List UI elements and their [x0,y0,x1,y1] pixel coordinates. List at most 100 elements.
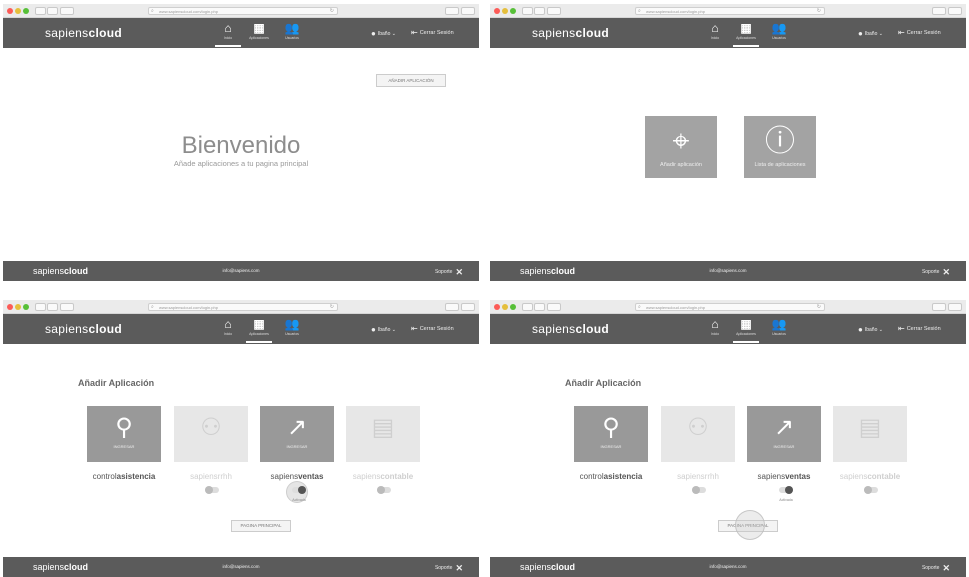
nav-usuarios[interactable]: 👥 Usuarios [279,21,305,47]
app-name-sapiensrrhh: sapiensrrhh [190,472,232,481]
minimize-window-icon[interactable] [15,8,21,14]
share-button[interactable] [445,303,459,311]
share-button[interactable] [445,7,459,15]
nav-inicio[interactable]: ⌂ Inicio [215,317,241,343]
home-icon: ⌂ [224,317,232,331]
tabs-button[interactable] [461,7,475,15]
back-button[interactable] [522,303,533,311]
toggle-sapienscontable[interactable] [864,486,878,494]
sidebar-button[interactable] [60,7,74,15]
reload-icon[interactable]: ↻ [330,8,334,14]
support-link[interactable]: Soporte ✕ [435,563,463,574]
forward-button[interactable] [534,7,545,15]
footer-email[interactable]: info@sapiens.com [490,268,966,273]
nav-inicio[interactable]: ⌂ Inicio [702,317,728,343]
tabs-button[interactable] [948,7,962,15]
forward-button[interactable] [47,303,58,311]
toggle-sapienscontable[interactable] [377,486,391,494]
tabs-button[interactable] [948,303,962,311]
close-window-icon[interactable] [7,8,13,14]
close-window-icon[interactable] [494,304,500,310]
nav-usuarios[interactable]: 👥 Usuarios [279,317,305,343]
app-tile-controlasistencia[interactable]: ⚲ INGRESAR [574,406,648,462]
logo[interactable]: sapienscloud [532,322,609,336]
maximize-window-icon[interactable] [510,8,516,14]
app-tile-sapienscontable[interactable]: ▤ [833,406,907,462]
support-link[interactable]: Soporte ✕ [922,267,950,278]
toggle-sapiensrrhh[interactable] [692,486,706,494]
footer-email[interactable]: info@sapiens.com [3,268,479,273]
search-icon: ⌕ [151,304,154,310]
address-bar[interactable]: ⌕ www.sapienscloud.com/login.php ↻ [635,7,825,15]
address-bar[interactable]: ⌕ www.sapienscloud.com/login.php ↻ [148,7,338,15]
nav-usuarios[interactable]: 👥 Usuarios [766,317,792,343]
add-app-tile[interactable]: ⌖ Añadir aplicación [645,116,717,178]
app-name-sapiensventas: sapiensventas [757,472,811,481]
logout-button[interactable]: ⇤ Cerrar Sesión [411,28,454,37]
nav-aplicaciones[interactable]: ▦ Aplicaciones [733,21,759,47]
logo[interactable]: sapienscloud [45,322,122,336]
tabs-button[interactable] [461,303,475,311]
browser-chrome: ⌕ www.sapienscloud.com/login.php ↻ [3,300,479,314]
maximize-window-icon[interactable] [23,8,29,14]
user-menu[interactable]: ● Ibaño ⌄ [371,325,396,334]
nav-aplicaciones[interactable]: ▦ Aplicaciones [733,317,759,343]
app-tile-sapiensrrhh[interactable]: ⚇ [661,406,735,462]
share-button[interactable] [932,7,946,15]
add-app-button[interactable]: AÑADIR APLICACIÓN [376,74,446,87]
app-tile-sapiensrrhh[interactable]: ⚇ [174,406,248,462]
user-menu[interactable]: ● Ibaño ⌄ [371,29,396,38]
sidebar-button[interactable] [547,303,561,311]
accounting-doc-icon: ▤ [371,414,395,441]
nav-aplicaciones[interactable]: ▦ Aplicaciones [246,21,272,47]
app-list-tile[interactable]: ⓘ Lista de aplicaciones [744,116,816,178]
address-bar[interactable]: ⌕ www.sapienscloud.com/login.php ↻ [635,303,825,311]
close-window-icon[interactable] [7,304,13,310]
sidebar-button[interactable] [60,303,74,311]
nav-usuarios[interactable]: 👥 Usuarios [766,21,792,47]
close-window-icon[interactable] [494,8,500,14]
maximize-window-icon[interactable] [510,304,516,310]
reload-icon[interactable]: ↻ [330,304,334,310]
toggle-sapiensventas[interactable] [292,486,306,494]
logout-button[interactable]: ⇤ Cerrar Sesión [411,324,454,333]
back-button[interactable] [522,7,533,15]
app-tile-sapiensventas[interactable]: ↗ INGRESAR [260,406,334,462]
toggle-sapiensventas[interactable] [779,486,793,494]
reload-icon[interactable]: ↻ [817,304,821,310]
back-button[interactable] [35,7,46,15]
footer-email[interactable]: info@sapiens.com [490,564,966,569]
support-link[interactable]: Soporte ✕ [435,267,463,278]
footer-email[interactable]: info@sapiens.com [3,564,479,569]
sidebar-button[interactable] [547,7,561,15]
nav-aplicaciones[interactable]: ▦ Aplicaciones [246,317,272,343]
app-tile-controlasistencia[interactable]: ⚲ INGRESAR [87,406,161,462]
support-link[interactable]: Soporte ✕ [922,563,950,574]
home-page-button[interactable]: PAGINA PRINCIPAL [231,520,291,532]
user-menu[interactable]: ● Ibaño ⌄ [858,29,883,38]
home-icon: ⌂ [711,21,719,35]
share-button[interactable] [932,303,946,311]
back-button[interactable] [35,303,46,311]
logo[interactable]: sapienscloud [532,26,609,40]
logout-button[interactable]: ⇤ Cerrar Sesión [898,324,941,333]
forward-button[interactable] [47,7,58,15]
logout-icon: ⇤ [411,324,418,333]
maximize-window-icon[interactable] [23,304,29,310]
toggle-sapiensrrhh[interactable] [205,486,219,494]
address-bar[interactable]: ⌕ www.sapienscloud.com/login.php ↻ [148,303,338,311]
forward-button[interactable] [534,303,545,311]
reload-icon[interactable]: ↻ [817,8,821,14]
user-menu[interactable]: ● Ibaño ⌄ [858,325,883,334]
app-tile-sapienscontable[interactable]: ▤ [346,406,420,462]
logo[interactable]: sapienscloud [45,26,122,40]
logout-button[interactable]: ⇤ Cerrar Sesión [898,28,941,37]
nav-inicio[interactable]: ⌂ Inicio [702,21,728,47]
app-tile-sapiensventas[interactable]: ↗ INGRESAR [747,406,821,462]
minimize-window-icon[interactable] [15,304,21,310]
search-icon: ⌕ [638,304,641,310]
minimize-window-icon[interactable] [502,8,508,14]
minimize-window-icon[interactable] [502,304,508,310]
app-name-sapiensventas: sapiensventas [270,472,324,481]
nav-inicio[interactable]: ⌂ Inicio [215,21,241,47]
